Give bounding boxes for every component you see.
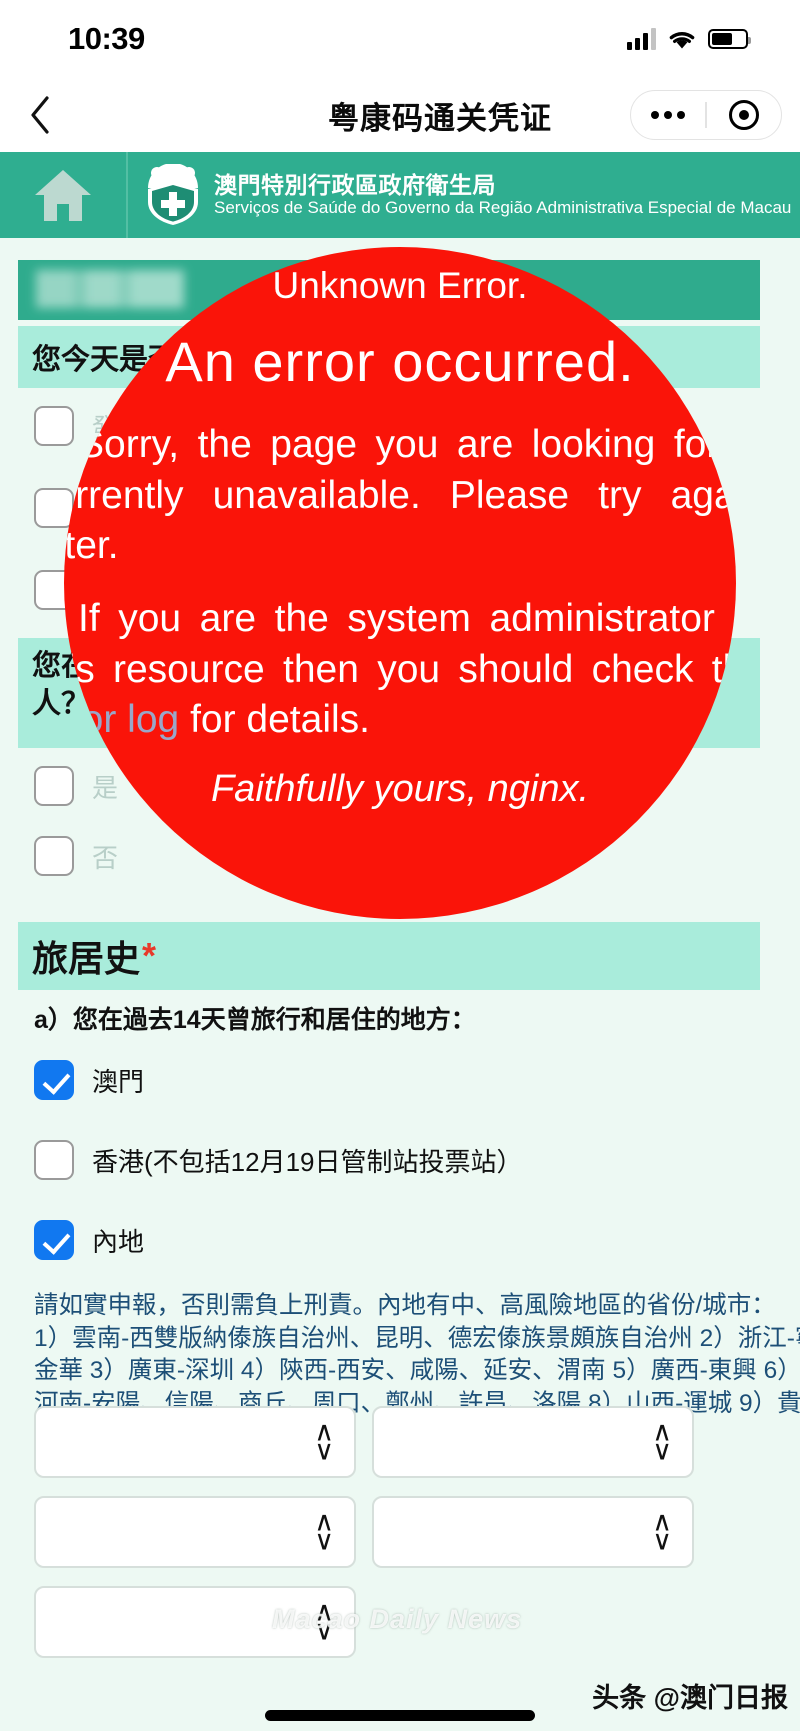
error-paragraph-2: If you are the system administrator of t… (64, 594, 736, 746)
error-subheading: An error occurred. (165, 330, 635, 393)
stepper-updown-icon: ∧ ∨ (314, 1416, 334, 1466)
stepper-updown-icon: ∧ ∨ (652, 1506, 672, 1556)
travel-sub-question: a）您在過去14天曾旅行和居住的地方： (34, 1006, 476, 1034)
error-text-block: Unknown Error. An error occurred. Sorry,… (64, 265, 736, 811)
travel-select-province-2[interactable]: ∧ ∨ (34, 1496, 356, 1568)
travel-history-title: 旅居史 (32, 938, 141, 979)
error-heading: Unknown Error. (272, 265, 528, 306)
nginx-error-overlay: Unknown Error. An error occurred. Sorry,… (64, 247, 736, 919)
more-dots-icon (651, 111, 686, 119)
phone-screen: 10:39 粤康码通关凭证 澳門特別行政區政府衛生局 Serviços de S… (0, 0, 800, 1731)
travel-select-city-1[interactable]: ∧ ∨ (372, 1406, 694, 1478)
status-bar: 10:39 (0, 0, 800, 78)
required-asterisk: * (142, 935, 157, 976)
travel-option-macau[interactable]: 澳門 (34, 1060, 144, 1100)
home-button[interactable] (0, 152, 128, 238)
travel-option-label: 香港(不包括12月19日管制站投票站） (92, 1146, 523, 1177)
more-menu-button[interactable] (631, 111, 705, 119)
error-paragraph-1: Sorry, the page you are looking for is c… (64, 423, 736, 568)
contact-option-no[interactable]: 否 (34, 836, 118, 876)
wechat-capsule-menu (630, 90, 782, 140)
checkbox[interactable] (34, 836, 74, 876)
org-title-block: 澳門特別行政區政府衛生局 Serviços de Saúde do Govern… (214, 171, 792, 218)
checkbox[interactable] (34, 1140, 74, 1180)
battery-icon (708, 29, 751, 49)
stepper-updown-icon: ∧ ∨ (314, 1506, 334, 1556)
source-watermark-badge: 头条 @澳门日报 (592, 1683, 788, 1713)
travel-history-section-header: 旅居史 * (18, 922, 760, 990)
nav-bar: 粤康码通关凭证 (0, 78, 800, 152)
stepper-updown-icon: ∧ ∨ (652, 1416, 672, 1466)
status-icon-group (627, 28, 751, 51)
chevron-left-icon (31, 96, 49, 134)
contact-option-label: 否 (92, 842, 119, 873)
org-title-pt: Serviços de Saúde do Governo da Região A… (214, 198, 792, 218)
checkbox[interactable] (34, 1220, 74, 1260)
health-services-shield-icon (148, 164, 198, 225)
error-log-link[interactable]: error log (64, 698, 179, 741)
center-watermark: Macao Daily News (272, 1604, 523, 1634)
travel-select-row-2: ∧ ∨ ∧ ∨ (34, 1496, 694, 1568)
travel-option-label: 內地 (92, 1226, 145, 1257)
travel-select-row-1: ∧ ∨ ∧ ∨ (34, 1406, 694, 1478)
travel-select-city-2[interactable]: ∧ ∨ (372, 1496, 694, 1568)
error-paragraph-2-pre: If you are the system administrator of t… (64, 597, 736, 691)
error-paragraph-2-post: for details. (179, 698, 370, 742)
error-signature: Faithfully yours, nginx. (210, 768, 590, 811)
travel-option-mainland[interactable]: 內地 (34, 1220, 144, 1260)
home-indicator[interactable] (265, 1710, 535, 1721)
org-header: 澳門特別行政區政府衛生局 Serviços de Saúde do Govern… (0, 152, 800, 238)
travel-select-province-1[interactable]: ∧ ∨ (34, 1406, 356, 1478)
travel-option-hongkong[interactable]: 香港(不包括12月19日管制站投票站） (34, 1140, 523, 1180)
org-title-zh: 澳門特別行政區政府衛生局 (214, 171, 496, 198)
close-miniprogram-button[interactable] (707, 100, 781, 130)
checkbox[interactable] (34, 1060, 74, 1100)
wifi-icon (669, 31, 695, 48)
cellular-bars-icon (627, 28, 656, 50)
back-button[interactable] (0, 95, 80, 135)
target-circle-icon (728, 100, 759, 130)
home-icon (35, 170, 91, 221)
travel-option-label: 澳門 (92, 1066, 145, 1097)
status-time: 10:39 (68, 21, 145, 56)
